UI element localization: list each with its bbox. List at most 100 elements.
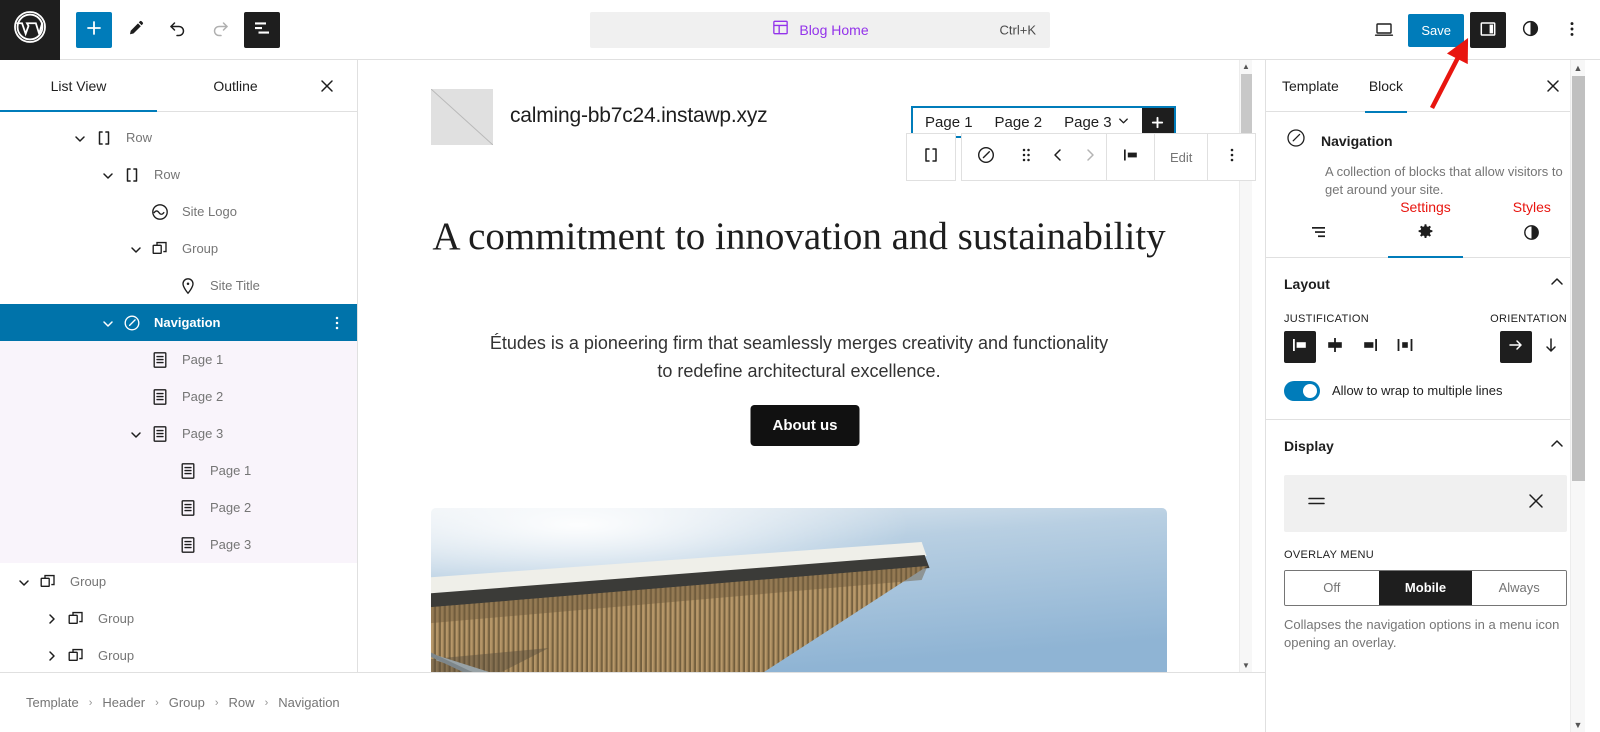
breadcrumb-item-template[interactable]: Template [26, 695, 79, 710]
list-view-row-group[interactable]: Group [0, 637, 357, 672]
hamburger-menu-icon[interactable] [1304, 491, 1330, 516]
list-view-button[interactable] [244, 11, 280, 48]
edit-tool-button[interactable] [118, 12, 154, 48]
breadcrumb-item-group[interactable]: Group [169, 695, 205, 710]
chevron-down-icon[interactable] [1117, 114, 1130, 131]
list-view-row-page-2[interactable]: Page 2 [0, 489, 357, 526]
row-options-button[interactable] [325, 311, 349, 335]
overlay-option-always[interactable]: Always [1472, 570, 1566, 605]
site-title[interactable]: calming-bb7c24.instawp.xyz [510, 104, 768, 128]
nav-link-page-2[interactable]: Page 2 [995, 114, 1043, 131]
inspector-scrollbar[interactable]: ▲ ▼ [1570, 60, 1585, 732]
list-view-row-group[interactable]: Group [0, 230, 357, 267]
wordpress-logo-icon [12, 9, 48, 50]
add-block-button[interactable] [76, 11, 112, 48]
page-icon [176, 459, 200, 483]
list-view-row-page-3[interactable]: Page 3 [0, 526, 357, 563]
parent-row-button[interactable] [907, 134, 955, 180]
chevron-up-icon[interactable] [1547, 272, 1567, 297]
undo-button[interactable] [160, 12, 196, 48]
expand-toggle[interactable] [40, 607, 64, 631]
expand-toggle[interactable] [12, 570, 36, 594]
list-view-row-label: Page 1 [210, 463, 252, 478]
inspector-scroll-up-icon[interactable]: ▲ [1571, 60, 1585, 75]
breadcrumb-item-header[interactable]: Header [102, 695, 145, 710]
list-view-row-page-1[interactable]: Page 1 [0, 452, 357, 489]
edit-button[interactable]: Edit [1154, 134, 1207, 180]
preview-device-button[interactable] [1366, 12, 1402, 48]
close-x-icon[interactable] [1525, 490, 1547, 517]
display-panel-header[interactable]: Display [1284, 434, 1567, 459]
breadcrumb-item-row[interactable]: Row [229, 695, 255, 710]
wordpress-logo-button[interactable] [0, 0, 60, 60]
list-view-row-page-2[interactable]: Page 2 [0, 378, 357, 415]
justify-left-button[interactable] [1284, 330, 1316, 363]
breadcrumb-item-navigation[interactable]: Navigation [278, 695, 339, 710]
tab-outline[interactable]: Outline [157, 60, 314, 111]
close-inspector-button[interactable] [1539, 72, 1567, 100]
justify-space-between-button[interactable] [1389, 331, 1421, 363]
template-title-button[interactable]: Blog Home Ctrl+K [590, 12, 1050, 48]
plus-icon [84, 18, 104, 41]
justify-left-icon [1289, 335, 1311, 358]
display-panel: Display OVERLAY MENU Off Mobile Always C… [1266, 420, 1585, 671]
list-view-row-site-logo[interactable]: Site Logo [0, 193, 357, 230]
layout-panel-header[interactable]: Layout [1284, 272, 1567, 297]
orientation-horizontal-button[interactable] [1500, 330, 1532, 363]
save-button[interactable]: Save [1408, 13, 1464, 47]
overlay-option-mobile[interactable]: Mobile [1378, 570, 1473, 605]
list-view-row-navigation[interactable]: Navigation [0, 304, 357, 341]
hero-paragraph[interactable]: Études is a pioneering firm that seamles… [488, 330, 1110, 386]
wrap-toggle[interactable] [1284, 380, 1320, 401]
justification-button[interactable] [1106, 134, 1154, 180]
site-logo-placeholder[interactable] [431, 89, 493, 145]
expand-toggle[interactable] [68, 126, 92, 150]
inspector-scroll-thumb[interactable] [1572, 76, 1585, 481]
styles-button[interactable] [1512, 12, 1548, 48]
hero-heading[interactable]: A commitment to innovation and sustainab… [418, 215, 1180, 259]
drag-handle[interactable] [1010, 134, 1042, 180]
settings-tab[interactable]: Settings [1372, 199, 1478, 258]
about-us-button[interactable]: About us [750, 405, 860, 446]
list-view-row-row[interactable]: Row [0, 156, 357, 193]
settings-sidebar-toggle[interactable] [1470, 12, 1506, 48]
expand-toggle[interactable] [96, 311, 120, 335]
list-view-row-page-1[interactable]: Page 1 [0, 341, 357, 378]
tab-block[interactable]: Block [1364, 60, 1408, 113]
list-view-row-label: Group [70, 574, 107, 589]
canvas-scroll-down-icon[interactable]: ▼ [1240, 659, 1252, 672]
expand-toggle[interactable] [124, 237, 148, 261]
justify-right-button[interactable] [1354, 331, 1386, 363]
settings-sidebar-icon [1478, 19, 1498, 42]
nav-link-page-3[interactable]: Page 3 [1064, 114, 1130, 131]
justify-center-button[interactable] [1319, 331, 1351, 363]
move-left-button[interactable] [1042, 134, 1074, 180]
list-tab[interactable] [1266, 211, 1372, 257]
move-right-button[interactable] [1074, 134, 1106, 180]
add-nav-item-button[interactable] [1141, 108, 1174, 136]
overlay-option-off[interactable]: Off [1285, 570, 1379, 605]
list-view-row-group[interactable]: Group [0, 600, 357, 637]
redo-button[interactable] [202, 12, 238, 48]
nav-link-page-1[interactable]: Page 1 [925, 114, 973, 131]
list-view-row-site-title[interactable]: Site Title [0, 267, 357, 304]
canvas-scroll-thumb[interactable] [1241, 74, 1252, 134]
expand-toggle[interactable] [40, 644, 64, 668]
canvas-scroll-up-icon[interactable]: ▲ [1240, 60, 1252, 73]
more-options-button[interactable] [1554, 12, 1590, 48]
block-options-button[interactable] [1207, 134, 1255, 180]
chevron-up-icon[interactable] [1547, 434, 1567, 459]
block-type-navigation-button[interactable] [962, 134, 1010, 180]
expand-toggle[interactable] [96, 163, 120, 187]
tab-list-view[interactable]: List View [0, 60, 157, 112]
inspector-scroll-down-icon[interactable]: ▼ [1571, 717, 1585, 732]
list-view-row-page-3[interactable]: Page 3 [0, 415, 357, 452]
expand-toggle[interactable] [124, 422, 148, 446]
close-list-view-button[interactable] [313, 72, 341, 100]
list-view-row-row[interactable]: Row [0, 119, 357, 156]
hero-image[interactable] [431, 508, 1167, 672]
top-bar-tools [60, 11, 280, 48]
list-view-row-group[interactable]: Group [0, 563, 357, 600]
tab-template[interactable]: Template [1282, 60, 1339, 112]
orientation-vertical-button[interactable] [1535, 331, 1567, 363]
